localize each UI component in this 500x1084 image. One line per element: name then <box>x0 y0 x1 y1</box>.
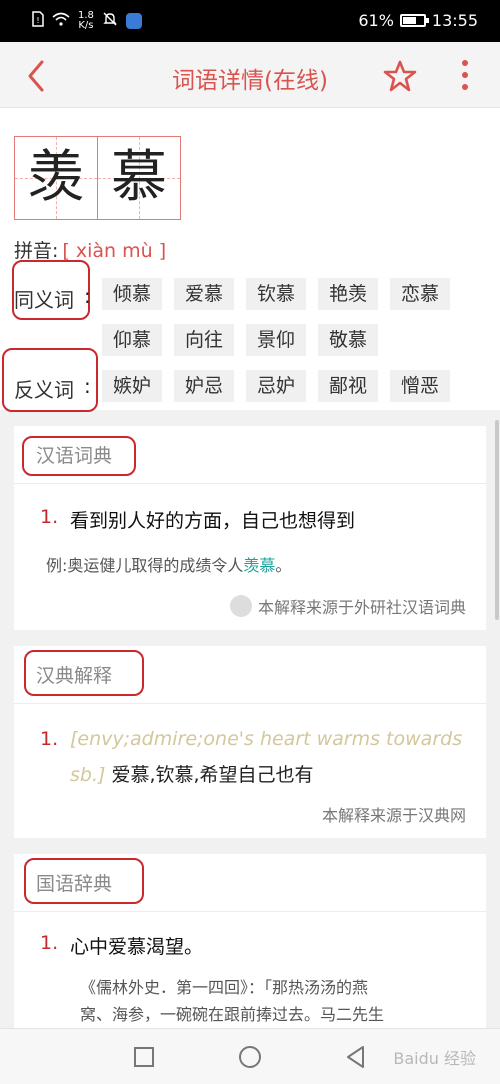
pinyin-row: 拼音:[ xiàn mù ] <box>14 236 166 263</box>
back-nav-button[interactable] <box>342 1043 370 1071</box>
status-bar: ! 1.8 K/s 61% 13:55 <box>0 0 500 42</box>
favorite-button[interactable] <box>380 56 420 96</box>
english-gloss: [envy;admire;one's heart warms towards <box>70 728 463 750</box>
publisher-logo-icon <box>229 595 252 617</box>
guoyu-section: 国语辞典 1. 心中爱慕渴望。 《儒林外史．第一四回》：「那热汤汤的燕 窝、海参… <box>14 854 486 1028</box>
source-line: 本解释来源于汉典网 <box>322 802 466 826</box>
definition-text: 看到别人好的方面，自己也想得到 <box>70 510 356 532</box>
page-title: 词语详情(在线) <box>172 68 328 94</box>
antonym-tag[interactable]: 鄙视 <box>318 370 378 402</box>
definition-number: 1. <box>40 506 59 528</box>
annotation-box <box>22 436 136 476</box>
source-text: 本解释来源于汉典网 <box>321 806 466 825</box>
system-nav-bar: Baidu 经验 <box>0 1028 500 1084</box>
example-text: 例:奥运健儿取得的成绩令人羡慕。 <box>46 552 291 576</box>
section-header: 国语辞典 <box>14 854 486 912</box>
example-prefix: 例:奥运健儿取得的成绩令人 <box>46 556 244 575</box>
character-box: 羡 <box>14 136 98 220</box>
star-icon <box>383 60 417 92</box>
character-box: 慕 <box>97 136 181 220</box>
synonyms-colon: : <box>84 284 91 308</box>
definition-number: 1. <box>40 932 59 954</box>
status-left: ! 1.8 K/s <box>32 11 142 31</box>
battery-icon <box>399 14 429 27</box>
example-suffix: 。 <box>275 556 292 575</box>
character: 慕 <box>111 145 167 210</box>
more-menu-button[interactable] <box>450 54 480 98</box>
english-gloss-cont: sb.] <box>70 764 106 786</box>
synonym-tag[interactable]: 倾慕 <box>102 278 162 310</box>
annotation-box <box>12 260 90 320</box>
square-icon <box>134 1047 154 1067</box>
watermark: Baidu 经验 <box>393 1049 476 1068</box>
section-header: 汉典解释 <box>14 646 486 704</box>
antonyms-colon: : <box>84 374 91 398</box>
source-line: 本解释来源于外研社汉语词典 <box>229 594 466 618</box>
synonym-tag[interactable]: 钦慕 <box>246 278 306 310</box>
antonym-tag[interactable]: 嫉妒 <box>102 370 162 402</box>
handian-section: 汉典解释 1. [envy;admire;one's heart warms t… <box>14 646 486 838</box>
circle-icon <box>239 1046 261 1068</box>
more-vertical-icon <box>462 60 468 90</box>
antonym-tag[interactable]: 妒忌 <box>174 370 234 402</box>
annotation-box <box>24 650 144 696</box>
mute-bell-icon <box>102 11 118 31</box>
synonym-tag[interactable]: 向往 <box>174 324 234 356</box>
definition-text: 爱慕,钦慕,希望自己也有 <box>111 764 314 786</box>
example-highlight: 羡慕 <box>243 556 276 575</box>
svg-text:!: ! <box>36 16 39 25</box>
word-card: 羡 慕 拼音:[ xiàn mù ] 同义词 : 倾慕 爱慕 钦慕 艳羡 恋慕 … <box>0 108 500 412</box>
quote-line: 窝、海参，一碗碗在跟前捧过去。马二先生 <box>80 1005 385 1024</box>
pinyin-value: [ xiàn mù ] <box>62 240 167 262</box>
definition-line: sb.] 爱慕,钦慕,希望自己也有 <box>70 760 314 787</box>
app-bar: 词语详情(在线) <box>0 42 500 108</box>
synonym-tag[interactable]: 敬慕 <box>318 324 378 356</box>
antonym-tag[interactable]: 忌妒 <box>246 370 306 402</box>
annotation-box <box>24 858 144 904</box>
quote-line: 《儒林外史．第一四回》：「那热汤汤的燕 <box>80 978 369 997</box>
definition-text: 心中爱慕渴望。 <box>70 936 204 958</box>
battery-fill <box>402 17 417 24</box>
synonym-tag[interactable]: 爱慕 <box>174 278 234 310</box>
triangle-back-icon <box>347 1046 364 1068</box>
wifi-icon <box>52 12 70 30</box>
dictionary-section: 汉语词典 1. 看到别人好的方面，自己也想得到 例:奥运健儿取得的成绩令人羡慕。… <box>14 426 486 630</box>
source-text: 本解释来源于外研社汉语词典 <box>257 598 466 617</box>
clock: 13:55 <box>431 11 478 30</box>
synonym-tag[interactable]: 艳羡 <box>318 278 378 310</box>
section-header: 汉语词典 <box>14 426 486 484</box>
recents-button[interactable] <box>130 1043 158 1071</box>
scrollbar-thumb[interactable] <box>495 420 499 620</box>
net-speed-unit: K/s <box>78 20 94 31</box>
synonym-tag[interactable]: 恋慕 <box>390 278 450 310</box>
battery-percent: 61% <box>358 11 394 30</box>
net-speed: 1.8 K/s <box>78 11 94 31</box>
synonym-tag[interactable]: 景仰 <box>246 324 306 356</box>
sim-icon: ! <box>32 11 44 31</box>
pinyin-label: 拼音: <box>14 240 59 262</box>
antonym-tag[interactable]: 憎恶 <box>390 370 450 402</box>
home-button[interactable] <box>236 1043 264 1071</box>
character: 羡 <box>28 145 84 210</box>
synonym-tag[interactable]: 仰慕 <box>102 324 162 356</box>
definition-number: 1. <box>40 728 59 750</box>
app-notification-icon <box>125 13 142 29</box>
status-right: 61% 13:55 <box>358 11 478 30</box>
